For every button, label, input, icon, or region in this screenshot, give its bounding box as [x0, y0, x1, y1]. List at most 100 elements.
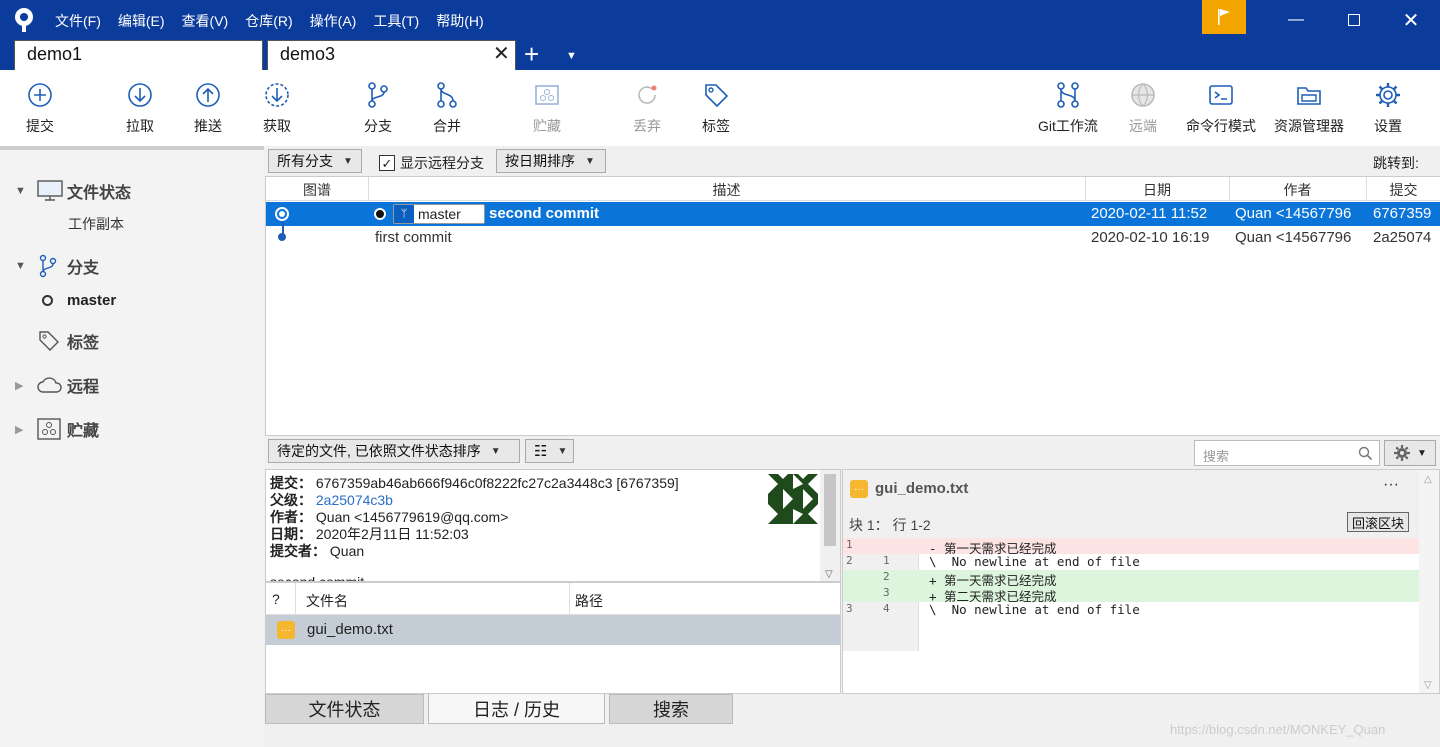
search-placeholder: 搜索	[1203, 449, 1230, 464]
menu-file[interactable]: 文件(F)	[55, 11, 101, 31]
jump-to-label: 跳转到:	[1373, 155, 1419, 171]
column-filename[interactable]: 文件名	[306, 591, 348, 611]
folder-icon	[1297, 87, 1321, 105]
sidebar-item-working-copy[interactable]: 工作副本	[0, 209, 264, 239]
commit-author: Quan <14567796	[1235, 205, 1352, 222]
sidebar-item-remotes[interactable]: ▶ 远程	[0, 370, 264, 400]
sidebar-tags-label: 标签	[67, 335, 100, 352]
menu-tools[interactable]: 工具(T)	[373, 11, 419, 31]
head-marker-icon	[374, 208, 386, 220]
tab-log-history[interactable]: 日志 / 历史	[428, 694, 605, 724]
column-status[interactable]: ?	[272, 591, 280, 607]
pull-button[interactable]: 拉取	[105, 80, 175, 136]
stash-button[interactable]: 贮藏	[512, 80, 582, 136]
commit-message: second commit	[489, 205, 600, 222]
master-branch-label: master	[67, 291, 117, 309]
gear-icon	[1394, 445, 1411, 461]
file-row[interactable]: ··· gui_demo.txt	[266, 615, 840, 645]
tab-label: demo1	[27, 44, 83, 64]
minimize-button[interactable]: —	[1267, 0, 1325, 40]
details-scrollbar[interactable]: ▽	[820, 470, 840, 581]
column-path[interactable]: 路径	[575, 591, 603, 611]
column-graph[interactable]: 图谱	[266, 180, 368, 200]
tab-label: demo3	[280, 44, 336, 64]
commit-icon	[28, 83, 52, 107]
column-description[interactable]: 描述	[368, 180, 1085, 200]
diff-line[interactable]: 2 1 \ No newline at end of file	[843, 554, 1419, 570]
column-commit[interactable]: 提交	[1366, 180, 1440, 200]
sidebar-remotes-label: 远程	[67, 379, 100, 396]
chevron-down-icon[interactable]: ▼	[15, 185, 29, 197]
commit-row[interactable]: first commit 2020-02-10 16:19 Quan <1456…	[266, 226, 1440, 250]
add-tab-icon[interactable]: +	[524, 40, 539, 68]
commit-details-panel: 提交： 6767359ab46ab666f946c0f8222fc27c2a34…	[265, 469, 841, 582]
remote-button[interactable]: 远端	[1108, 80, 1178, 136]
commit-hash: 2a25074	[1373, 229, 1432, 246]
diff-line[interactable]: 1- 第一天需求已经完成	[843, 538, 1419, 556]
tab-close-icon[interactable]: ✕	[493, 44, 510, 64]
diff-scrollbar[interactable]: △ ▽	[1419, 470, 1439, 693]
view-mode-dropdown[interactable]: ☷ ▼	[525, 439, 574, 463]
pending-files-sort-dropdown[interactable]: 待定的文件, 已依照文件状态排序 ▼	[268, 439, 520, 463]
menu-help[interactable]: 帮助(H)	[436, 11, 483, 31]
commit-button[interactable]: 提交	[5, 80, 75, 136]
parent-commit-link[interactable]: 2a25074c3b	[316, 492, 393, 508]
show-remote-branches-option[interactable]: ✓ 显示远程分支	[379, 153, 484, 173]
flag-button[interactable]	[1202, 0, 1246, 34]
sort-dropdown[interactable]: 按日期排序 ▼	[496, 149, 606, 173]
chevron-down-icon: ▼	[557, 445, 568, 457]
sidebar-item-master[interactable]: master	[0, 285, 264, 315]
sidebar-item-file-status[interactable]: ▼ 文件状态	[0, 176, 264, 206]
maximize-icon	[1348, 14, 1360, 26]
show-remote-checkbox[interactable]: ✓	[379, 155, 395, 171]
menu-edit[interactable]: 编辑(E)	[118, 11, 165, 31]
scrollbar-thumb[interactable]	[824, 474, 836, 546]
terminal-button[interactable]: 命令行模式	[1186, 80, 1256, 136]
explorer-button[interactable]: 资源管理器	[1274, 80, 1344, 136]
hunk-label: 块 1： 行 1-2	[849, 517, 931, 533]
gear-icon	[1376, 83, 1400, 107]
close-window-button[interactable]: ✕	[1382, 0, 1440, 40]
chevron-right-icon[interactable]: ▶	[15, 423, 29, 436]
tag-button[interactable]: 标签	[681, 80, 751, 136]
revert-hunk-button[interactable]: 回滚区块	[1347, 512, 1410, 532]
branch-filter-dropdown[interactable]: 所有分支 ▼	[268, 149, 362, 173]
commit-row[interactable]: ᛘ master second commit 2020-02-11 11:52 …	[266, 202, 1440, 226]
diff-line[interactable]: 2 + 第一天需求已经完成	[843, 570, 1419, 588]
tab-search[interactable]: 搜索	[609, 694, 733, 724]
tab-demo3[interactable]: demo3	[267, 40, 516, 70]
fetch-button[interactable]: 获取	[242, 80, 312, 136]
maximize-button[interactable]	[1325, 0, 1383, 40]
scroll-down-icon[interactable]: ▽	[825, 569, 833, 580]
search-input[interactable]: 搜索	[1194, 440, 1380, 466]
column-date[interactable]: 日期	[1085, 180, 1229, 200]
sidebar-item-tags[interactable]: 标签	[0, 326, 264, 356]
menu-repository[interactable]: 仓库(R)	[245, 11, 292, 31]
branch-badge-icon: ᛘ	[394, 205, 414, 223]
sidebar-item-stashes[interactable]: ▶ 贮藏	[0, 414, 264, 444]
push-button[interactable]: 推送	[173, 80, 243, 136]
gitflow-icon	[1057, 82, 1079, 108]
scroll-down-icon[interactable]: ▽	[1424, 680, 1432, 691]
more-options-icon[interactable]: ···	[1383, 476, 1399, 494]
menu-actions[interactable]: 操作(A)	[310, 11, 357, 31]
settings-button[interactable]: 设置	[1353, 80, 1423, 136]
chevron-down-icon[interactable]: ▼	[15, 260, 29, 272]
tab-dropdown-icon[interactable]: ▼	[566, 50, 577, 62]
branch-button[interactable]: 分支	[343, 80, 413, 136]
diff-line[interactable]: 3 4 \ No newline at end of file	[843, 602, 1419, 618]
tab-file-status[interactable]: 文件状态	[265, 694, 424, 724]
column-author[interactable]: 作者	[1229, 180, 1366, 200]
chevron-right-icon[interactable]: ▶	[15, 379, 29, 392]
merge-button[interactable]: 合并	[412, 80, 482, 136]
tab-demo1[interactable]: demo1	[14, 40, 263, 70]
diff-line[interactable]: 3 + 第二天需求已经完成	[843, 586, 1419, 604]
menu-view[interactable]: 查看(V)	[182, 11, 229, 31]
scroll-up-icon[interactable]: △	[1424, 474, 1432, 485]
sidebar-item-branches[interactable]: ▼ 分支	[0, 251, 264, 281]
options-dropdown[interactable]: ▼	[1384, 440, 1436, 466]
settings-label: 设置	[1374, 118, 1402, 134]
search-icon	[1358, 446, 1373, 461]
gitflow-button[interactable]: Git工作流	[1033, 80, 1103, 136]
discard-button[interactable]: 丢弃	[612, 80, 682, 136]
